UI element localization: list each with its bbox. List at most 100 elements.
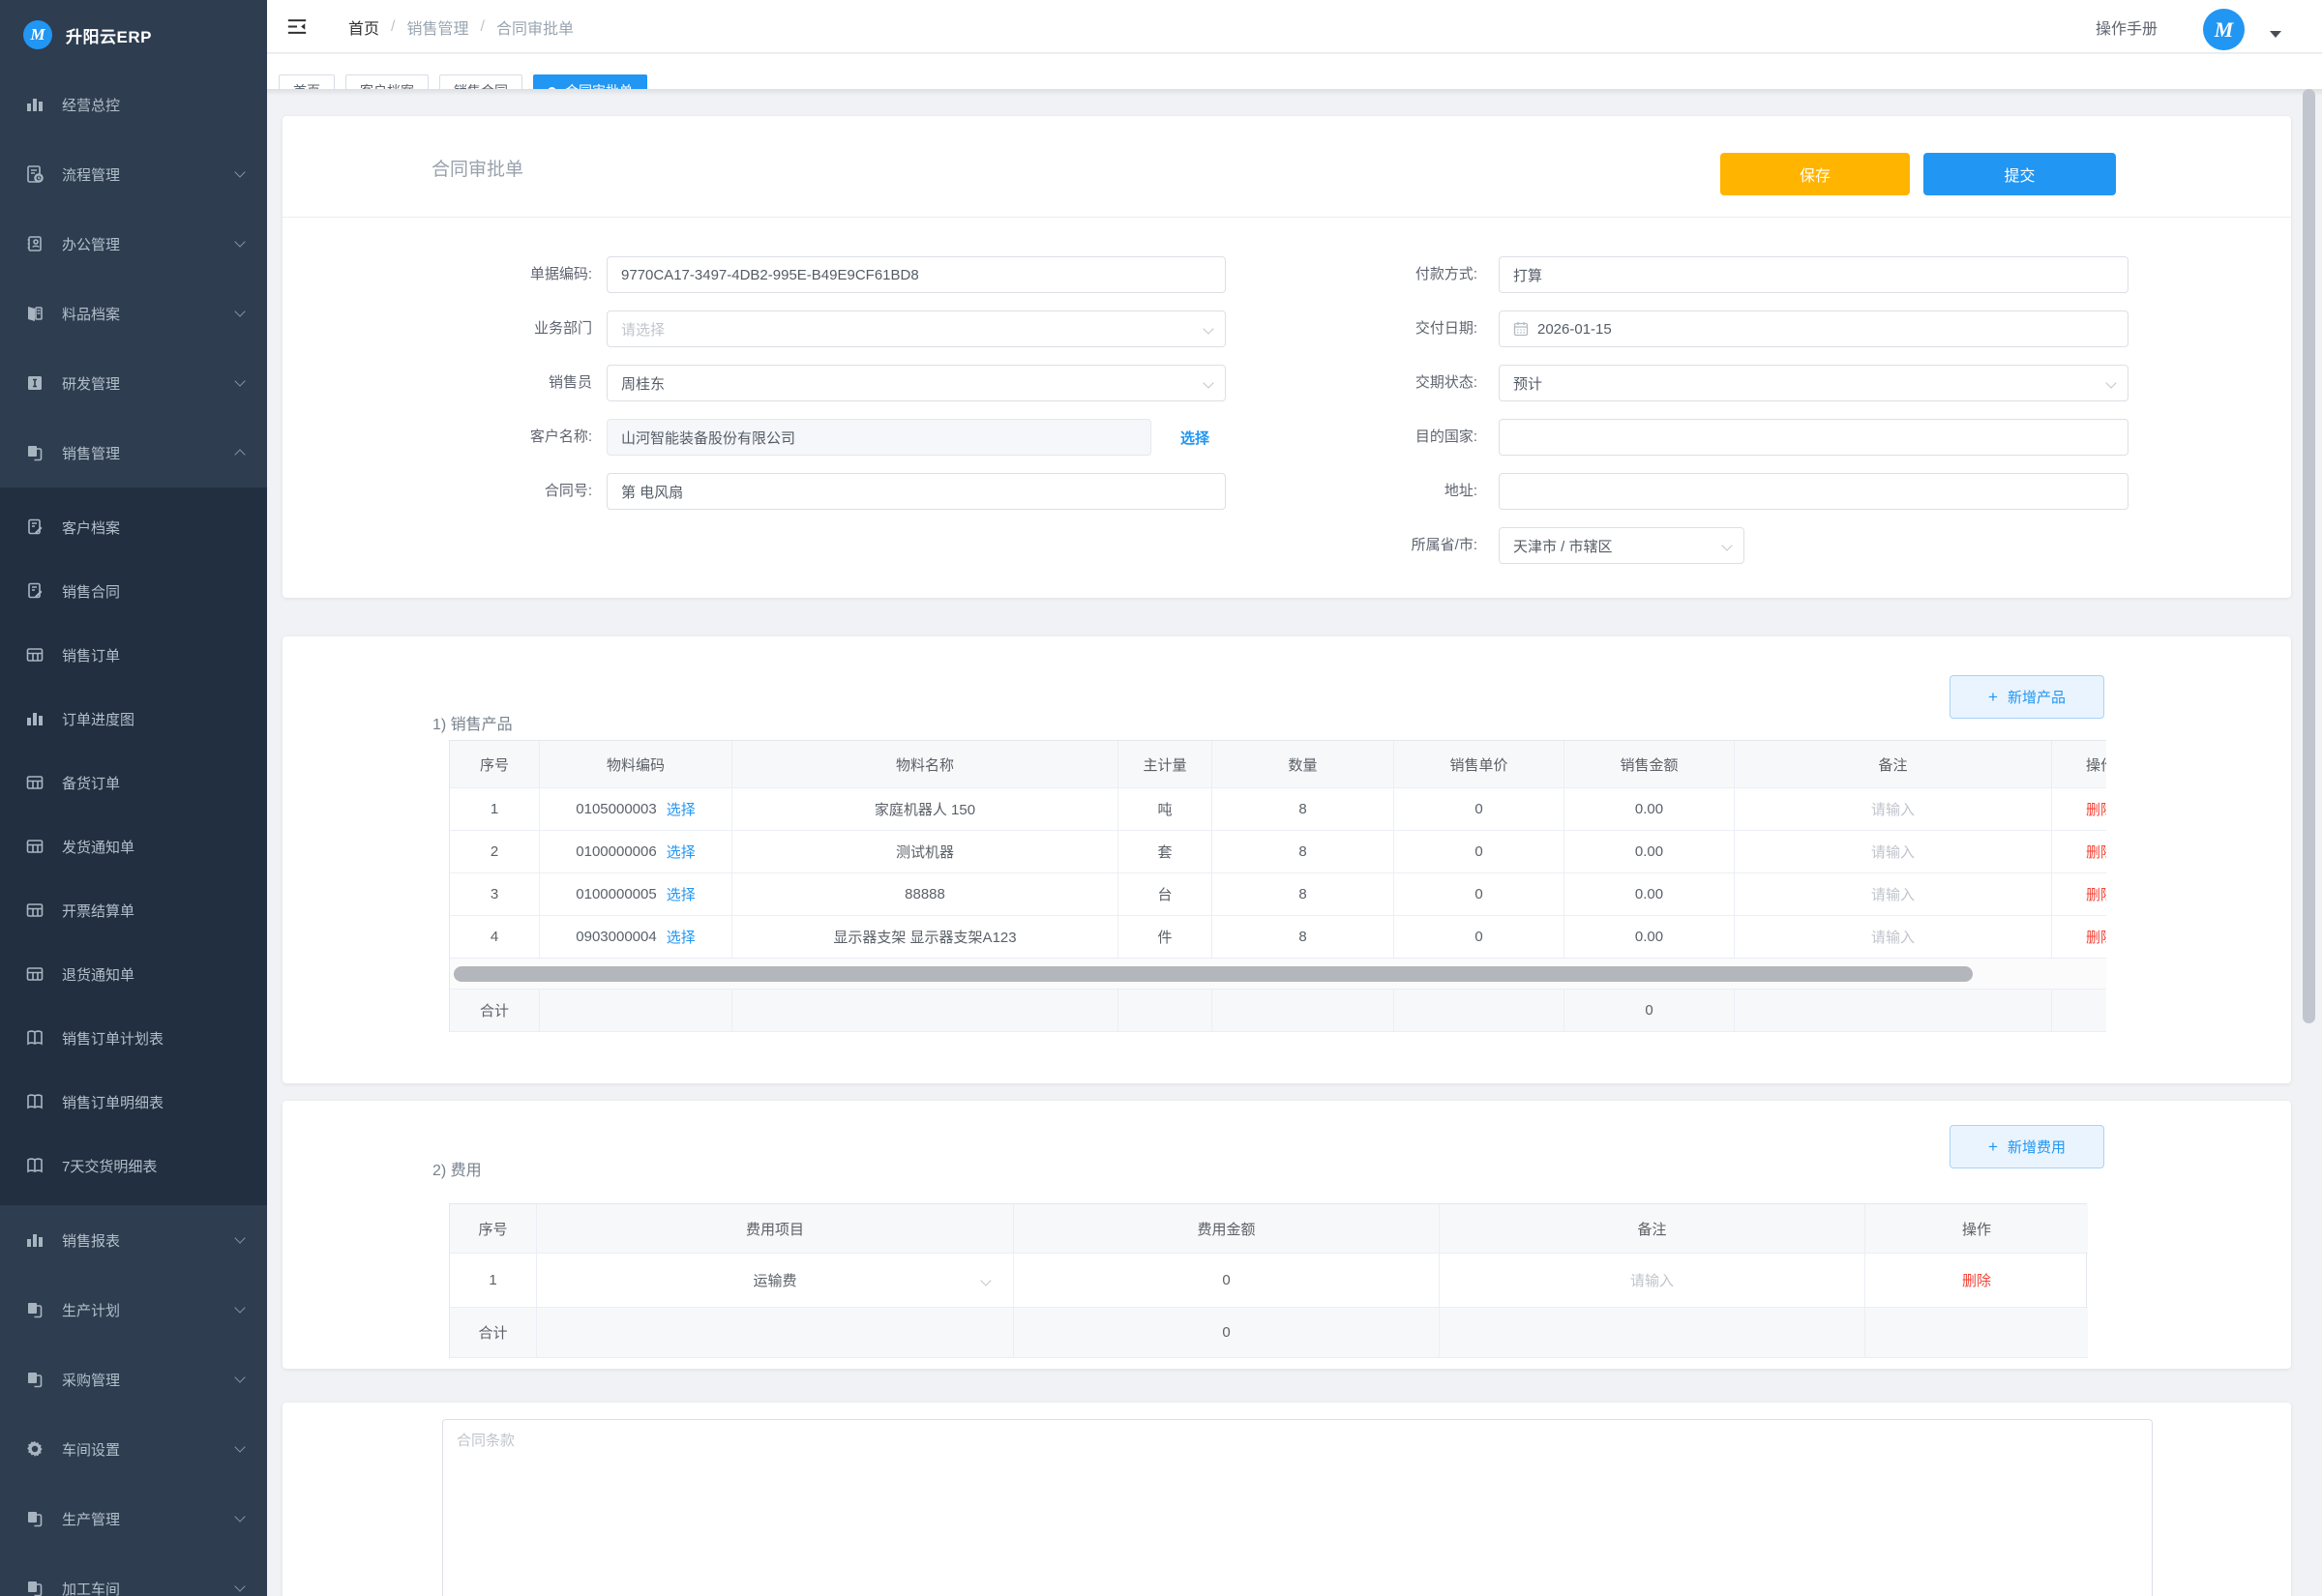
- table-horizontal-scrollbar: [450, 959, 2106, 990]
- contract-no-input[interactable]: 第 电风扇: [607, 473, 1226, 510]
- doc-code-label: 单据编码:: [389, 256, 592, 293]
- cell-amount: 0.00: [1564, 916, 1735, 959]
- sidebar-item-7day-delivery-report[interactable]: 7天交货明细表: [0, 1134, 267, 1197]
- tab-label: 首页: [293, 81, 320, 89]
- sidebar-item-processing-workshop[interactable]: 加工车间: [0, 1553, 267, 1596]
- submit-button[interactable]: 提交: [1923, 153, 2116, 195]
- select-material-link[interactable]: 选择: [667, 927, 696, 947]
- sidebar-item-label: 销售订单明细表: [62, 1092, 244, 1112]
- payment-label: 付款方式:: [1274, 256, 1477, 293]
- delete-row-link[interactable]: 删除: [2086, 927, 2106, 947]
- manual-link[interactable]: 操作手册: [2096, 0, 2158, 53]
- note-input[interactable]: 请输入: [1735, 873, 2052, 916]
- tab-sales-contract[interactable]: 销售合同: [439, 74, 522, 89]
- add-fee-button[interactable]: +新增费用: [1950, 1125, 2104, 1168]
- save-button[interactable]: 保存: [1720, 153, 1910, 195]
- cell-no: 2: [450, 831, 540, 873]
- doc-code-input[interactable]: 9770CA17-3497-4DB2-995E-B49E9CF61BD8: [607, 256, 1226, 293]
- plus-icon: +: [1988, 1138, 1998, 1155]
- breadcrumb-current: 合同审批单: [496, 15, 574, 39]
- sidebar-item-production-mgmt[interactable]: 生产管理: [0, 1484, 267, 1553]
- sidebar-item-return-notice[interactable]: 退货通知单: [0, 942, 267, 1006]
- sidebar-item-process-mgmt[interactable]: 流程管理: [0, 139, 267, 209]
- province-value: 天津市 / 市辖区: [1513, 536, 1613, 556]
- select-material-link[interactable]: 选择: [667, 842, 696, 862]
- sidebar-item-sales-mgmt[interactable]: 销售管理: [0, 418, 267, 488]
- delivery-status-select[interactable]: 预计: [1499, 365, 2128, 401]
- province-cascader[interactable]: 天津市 / 市辖区: [1499, 527, 1744, 564]
- delivery-date-value: 2026-01-15: [1537, 321, 1612, 338]
- sidebar-item-production-plan[interactable]: 生产计划: [0, 1275, 267, 1345]
- user-avatar[interactable]: M: [2203, 9, 2245, 50]
- breadcrumb-separator: /: [480, 18, 484, 36]
- chevron-down-icon: [2105, 377, 2116, 388]
- open-book-icon: [25, 1156, 45, 1175]
- breadcrumb-sales-mgmt[interactable]: 销售管理: [406, 15, 468, 39]
- sidebar-item-order-progress[interactable]: 订单进度图: [0, 687, 267, 751]
- delete-row-link[interactable]: 删除: [2086, 884, 2106, 904]
- customer-select-link[interactable]: 选择: [1180, 428, 1209, 448]
- sidebar-item-customer-archives[interactable]: 客户档案: [0, 495, 267, 559]
- dest-country-input[interactable]: [1499, 419, 2128, 456]
- salesman-select[interactable]: 周桂东: [607, 365, 1226, 401]
- delivery-status-label: 交期状态:: [1274, 365, 1477, 401]
- cell-name: 88888: [732, 873, 1118, 916]
- delete-row-link[interactable]: 删除: [2086, 799, 2106, 819]
- sidebar-item-sales-contract[interactable]: 销售合同: [0, 559, 267, 623]
- flow-document-icon: [25, 164, 45, 184]
- col-header-name: 物料名称: [732, 741, 1118, 788]
- sidebar-item-sales-order[interactable]: 销售订单: [0, 623, 267, 687]
- address-label: 地址:: [1274, 473, 1477, 510]
- cell-code: 0100000006: [576, 843, 656, 860]
- form-header: 合同审批单 保存 提交: [283, 116, 2291, 218]
- fees-total-row: 合计 0: [450, 1308, 2086, 1358]
- note-input[interactable]: 请输入: [1735, 831, 2052, 873]
- select-material-link[interactable]: 选择: [667, 884, 696, 904]
- sidebar-collapse-icon[interactable]: [286, 17, 308, 36]
- fees-table-header: 序号 费用项目 费用金额 备注 操作: [450, 1204, 2086, 1254]
- horizontal-scrollbar-thumb[interactable]: [454, 966, 1973, 982]
- cell-amount: 0.00: [1564, 831, 1735, 873]
- chevron-down-icon: [234, 166, 245, 177]
- note-input[interactable]: 请输入: [1735, 788, 2052, 831]
- total-amount: 0: [1014, 1308, 1440, 1358]
- payment-input[interactable]: 打算: [1499, 256, 2128, 293]
- sidebar-item-sales-report[interactable]: 销售报表: [0, 1205, 267, 1275]
- address-input[interactable]: [1499, 473, 2128, 510]
- tab-home[interactable]: 首页: [279, 74, 335, 89]
- sidebar-item-rnd-mgmt[interactable]: 研发管理: [0, 348, 267, 418]
- col-header-amount: 销售金额: [1564, 741, 1735, 788]
- delete-row-link[interactable]: 删除: [1962, 1270, 1991, 1290]
- select-material-link[interactable]: 选择: [667, 799, 696, 819]
- sidebar-item-workshop-settings[interactable]: 车间设置: [0, 1414, 267, 1484]
- fee-item-select[interactable]: 运输费: [537, 1254, 1014, 1308]
- document-edit-icon: [25, 517, 45, 537]
- sidebar-item-stock-order[interactable]: 备货订单: [0, 751, 267, 814]
- dept-select[interactable]: 请选择: [607, 310, 1226, 347]
- delete-row-link[interactable]: 删除: [2086, 842, 2106, 862]
- tab-customer-archives[interactable]: 客户档案: [345, 74, 429, 89]
- breadcrumb-home[interactable]: 首页: [348, 15, 379, 39]
- cell-unit: 台: [1118, 873, 1212, 916]
- user-menu-caret-icon[interactable]: [2270, 31, 2281, 38]
- sidebar-item-purchase-mgmt[interactable]: 采购管理: [0, 1345, 267, 1414]
- calendar-icon: [1513, 321, 1529, 337]
- bar-chart-icon: [25, 95, 45, 114]
- sidebar-item-business-overview[interactable]: 经营总控: [0, 70, 267, 139]
- sidebar-item-label: 销售管理: [62, 443, 236, 463]
- table-icon: [25, 645, 45, 665]
- sidebar-item-invoice-settlement[interactable]: 开票结算单: [0, 878, 267, 942]
- contract-terms-textarea[interactable]: 合同条款: [442, 1419, 2153, 1596]
- sidebar-item-material-archives[interactable]: 料品档案: [0, 279, 267, 348]
- sidebar-item-shipping-notice[interactable]: 发货通知单: [0, 814, 267, 878]
- sidebar-item-office-mgmt[interactable]: 办公管理: [0, 209, 267, 279]
- sidebar-item-order-plan-report[interactable]: 销售订单计划表: [0, 1006, 267, 1070]
- add-product-button[interactable]: +新增产品: [1950, 675, 2104, 719]
- tab-contract-approval[interactable]: 合同审批单: [533, 74, 647, 89]
- sidebar-item-order-detail-report[interactable]: 销售订单明细表: [0, 1070, 267, 1134]
- note-input[interactable]: 请输入: [1440, 1254, 1865, 1308]
- vertical-scrollbar-thumb[interactable]: [2303, 89, 2315, 1023]
- delivery-date-input[interactable]: 2026-01-15: [1499, 310, 2128, 347]
- cell-name: 家庭机器人 150: [732, 788, 1118, 831]
- note-input[interactable]: 请输入: [1735, 916, 2052, 959]
